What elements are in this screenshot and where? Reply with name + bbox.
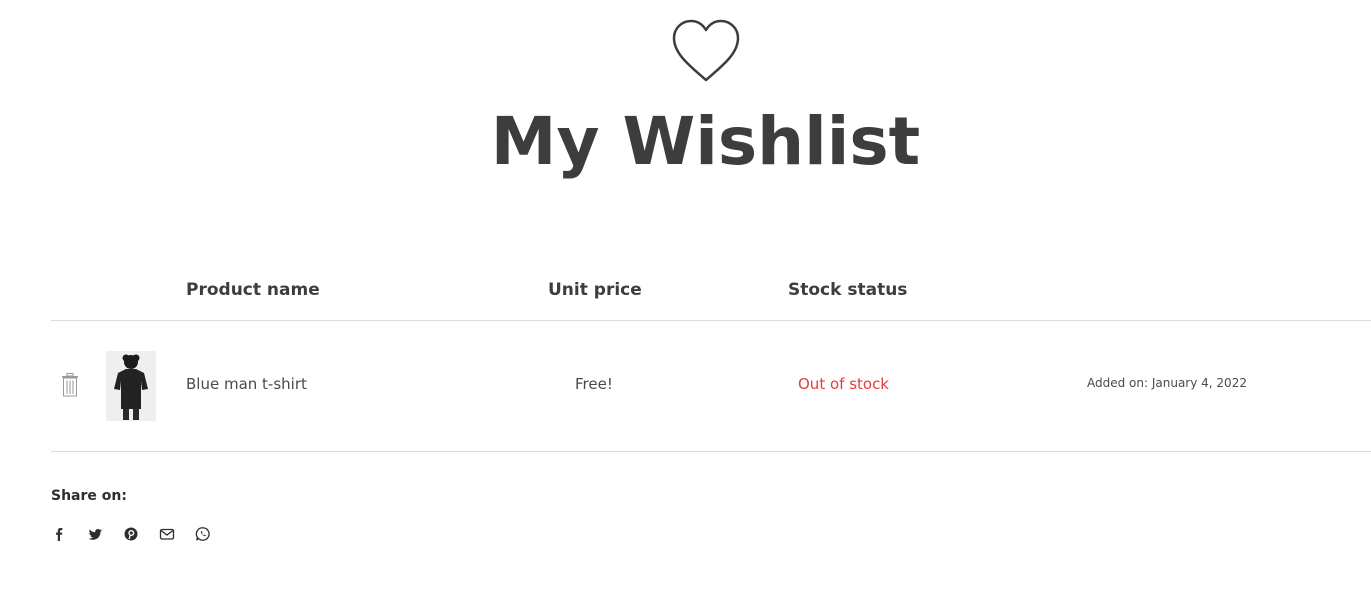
wishlist-header: My Wishlist: [0, 18, 1371, 180]
wishlist-table: Product name Unit price Stock status Blu…: [51, 270, 1371, 452]
facebook-icon[interactable]: [51, 526, 67, 542]
stock-status: Out of stock: [798, 375, 889, 393]
whatsapp-icon[interactable]: [195, 526, 211, 542]
wishlist-page: My Wishlist Product name Unit price Stoc…: [0, 0, 1371, 591]
remove-item-button[interactable]: [61, 373, 79, 397]
pinterest-icon[interactable]: [123, 526, 139, 542]
column-header-stock-status: Stock status: [788, 280, 908, 300]
share-icons: [51, 526, 211, 542]
page-title: My Wishlist: [490, 103, 921, 180]
email-icon[interactable]: [159, 526, 175, 542]
unit-price: Free!: [575, 375, 613, 393]
added-on-date: Added on: January 4, 2022: [1087, 376, 1247, 390]
column-header-product-name: Product name: [186, 280, 320, 300]
trash-icon: [62, 373, 78, 397]
share-section: Share on:: [51, 488, 211, 542]
column-header-unit-price: Unit price: [548, 280, 642, 300]
twitter-icon[interactable]: [87, 526, 103, 542]
table-header: Product name Unit price Stock status: [51, 270, 1371, 321]
product-image: [106, 351, 156, 421]
heart-outline-icon: [672, 19, 739, 82]
product-name-link[interactable]: Blue man t-shirt: [186, 375, 307, 393]
product-thumbnail[interactable]: [106, 351, 156, 421]
table-row: Blue man t-shirt Free! Out of stock Adde…: [51, 321, 1371, 452]
share-label: Share on:: [51, 488, 127, 504]
